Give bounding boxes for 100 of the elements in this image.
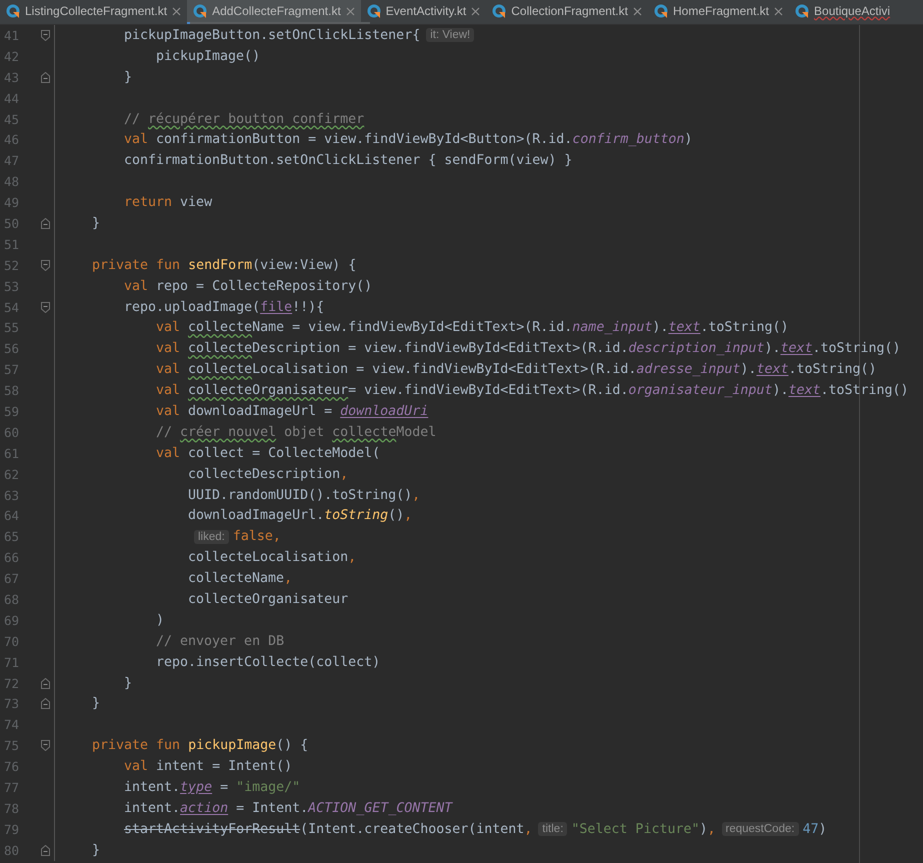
line-number: 59	[3, 404, 20, 419]
code-text: )	[156, 612, 164, 628]
editor-tab[interactable]: ListingCollecteFragment.kt	[0, 0, 188, 24]
code-text: startActivityForResult(Intent.createChooser(intent,	[124, 822, 532, 837]
line-number: 78	[3, 800, 20, 816]
line-number: 79	[3, 822, 20, 837]
code-text: // récupérer boutton confirmer	[124, 112, 364, 126]
line-number: 60	[3, 424, 20, 440]
line-number: 48	[3, 174, 20, 190]
code-text: // créer nouvel objet collecteModel	[156, 424, 436, 440]
line-number: 76	[3, 759, 20, 774]
line-number: 73	[3, 696, 20, 712]
code-text: pickupImage()	[156, 48, 260, 64]
code-text: val repo = CollecteRepository()	[124, 278, 372, 294]
code-text: collecteOrganisateur	[188, 592, 348, 607]
code-text: }	[92, 216, 100, 231]
kotlin-class-icon	[366, 4, 381, 18]
fold-icon[interactable]	[40, 72, 50, 83]
line-number: 41	[3, 28, 20, 43]
line-number: 52	[3, 258, 20, 273]
code-text: val downloadImageUrl = downloadUri	[156, 404, 428, 419]
kotlin-class-icon	[492, 4, 506, 18]
line-number: 63	[3, 488, 20, 503]
code-text: repo.uploadImage(file!!){	[124, 300, 324, 315]
editor-tab[interactable]: CollectionFragment.kt	[486, 0, 648, 24]
line-number: 72	[3, 676, 20, 691]
line-number: 44	[3, 90, 20, 106]
inlay-hint: requestCode:	[722, 822, 799, 836]
line-number: 55	[3, 320, 20, 336]
fold-icon[interactable]	[40, 844, 50, 856]
code-text: collecteName,	[188, 571, 292, 586]
code-text: collecteLocalisation,	[188, 550, 356, 566]
line-number: 61	[3, 446, 20, 461]
line-number: 57	[3, 362, 20, 378]
code-text: pickupImageButton.setOnClickListener{	[124, 28, 420, 43]
line-number: 69	[3, 612, 20, 628]
kotlin-class-icon	[654, 4, 668, 18]
line-number: 49	[3, 195, 20, 210]
close-icon[interactable]	[172, 6, 182, 16]
code-text: confirmationButton.setOnClickListener { sendForm(view) }	[124, 153, 572, 168]
code-text: UUID.randomUUID().toString(),	[188, 488, 420, 503]
editor-tab[interactable]: BoutiqueActivi	[789, 0, 896, 24]
line-number: 45	[3, 112, 20, 126]
code-text: downloadImageUrl.toString(),	[188, 508, 412, 524]
code-text: val collecteOrganisateur= view.findViewById<EditText>(R.id.organisateur_input).text.toString()	[156, 383, 909, 398]
fold-icon[interactable]	[40, 260, 50, 271]
code-text: }	[92, 842, 100, 858]
code-text: false,	[232, 529, 281, 544]
line-number: 62	[3, 466, 20, 482]
kotlin-class-icon	[795, 4, 810, 18]
line-number: 46	[3, 132, 20, 148]
code-text: private fun pickupImage() {	[92, 738, 308, 754]
inlay-hint: title:	[538, 822, 568, 836]
close-icon[interactable]	[632, 6, 642, 16]
line-number: 42	[3, 48, 20, 64]
code-text: val intent = Intent()	[124, 759, 292, 774]
code-text: 47)	[802, 822, 827, 837]
line-number: 80	[3, 842, 20, 858]
line-number: 56	[3, 341, 20, 356]
line-number: 67	[3, 571, 20, 586]
line-number: 68	[3, 592, 20, 607]
line-number: 54	[3, 300, 20, 315]
line-number: 75	[3, 738, 20, 754]
kotlin-class-icon	[6, 4, 20, 18]
code-text: }	[124, 676, 132, 691]
fold-icon[interactable]	[40, 678, 50, 689]
line-number: 74	[3, 717, 20, 732]
inlay-hint: liked:	[194, 530, 229, 544]
close-icon[interactable]	[471, 6, 480, 16]
code-text: "Select Picture"),	[571, 822, 716, 837]
line-number: 58	[3, 383, 20, 398]
line-number: 77	[3, 780, 20, 795]
code-text: val collecteLocalisation = view.findViewById<EditText>(R.id.adresse_input).text.toString()	[156, 362, 877, 378]
code-text: val collecteName = view.findViewById<EditText>(R.id.name_input).text.toString()	[156, 320, 788, 336]
fold-icon[interactable]	[40, 30, 50, 41]
fold-icon[interactable]	[40, 302, 50, 313]
code-text: val collect = CollecteModel(	[156, 446, 380, 461]
close-icon[interactable]	[774, 6, 784, 16]
line-number: 51	[3, 236, 20, 252]
editor-tab[interactable]: HomeFragment.kt	[648, 0, 790, 24]
fold-icon[interactable]	[40, 218, 50, 229]
kotlin-class-icon	[193, 4, 208, 18]
line-number: 70	[3, 634, 20, 649]
line-number: 43	[3, 70, 20, 85]
code-text: // envoyer en DB	[156, 634, 284, 649]
fold-icon[interactable]	[40, 698, 50, 710]
line-number: 64	[3, 508, 20, 524]
close-icon[interactable]	[346, 6, 355, 16]
line-number: 47	[3, 153, 20, 168]
code-text: intent.action = Intent.ACTION_GET_CONTENT	[124, 800, 452, 816]
code-text: val confirmationButton = view.findViewById<Button>(R.id.confirm_button)	[124, 132, 692, 148]
line-number: 50	[3, 216, 20, 231]
code-text: return view	[124, 195, 212, 210]
code-text: val collecteDescription = view.findViewById<EditText>(R.id.description_input).text.toString()	[156, 341, 901, 356]
line-number: 66	[3, 550, 20, 566]
editor-tab[interactable]: AddCollecteFragment.kt	[187, 0, 361, 24]
code-text: intent.type = "image/"	[124, 780, 300, 795]
code-text: private fun sendForm(view:View) {	[92, 258, 356, 273]
fold-icon[interactable]	[40, 740, 50, 752]
line-number: 53	[3, 278, 20, 294]
